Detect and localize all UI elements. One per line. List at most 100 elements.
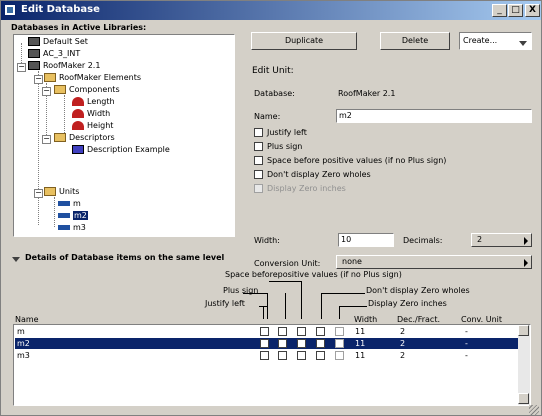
col-header-name: Name <box>15 315 39 324</box>
zero-wholes-label: Don't display Zero wholes <box>267 170 371 179</box>
chevron-down-icon <box>519 39 527 48</box>
conversion-unit-label: Conversion Unit: <box>254 259 321 268</box>
col-header-space-before: Space beforepositive values (if no Plus … <box>225 270 402 279</box>
app-icon <box>4 4 16 16</box>
delete-button[interactable]: Delete <box>380 32 450 50</box>
collapse-icon[interactable]: − <box>42 87 51 96</box>
description-icon <box>72 145 84 154</box>
zero-inches-checkbox[interactable] <box>254 184 263 193</box>
collapse-details-icon[interactable] <box>12 255 20 264</box>
name-label: Name: <box>254 112 281 121</box>
title-bar[interactable]: Edit Database _ □ X <box>1 1 541 20</box>
zero-inches-checkbox[interactable] <box>335 339 344 348</box>
width-label: Width: <box>254 236 280 245</box>
edit-unit-heading: Edit Unit: <box>252 66 294 76</box>
justify-left-checkbox[interactable] <box>260 339 269 348</box>
database-tree[interactable]: Default Set AC_3_INT − RoofMaker 2.1 − R… <box>13 34 235 237</box>
arrow-right-icon <box>524 237 528 245</box>
tree-node-roofmaker-elements[interactable]: RoofMaker Elements <box>44 73 141 85</box>
edit-database-window: Edit Database _ □ X Databases in Active … <box>0 0 542 416</box>
unit-icon <box>58 201 70 206</box>
space-before-positive-checkbox[interactable] <box>254 156 263 165</box>
plus-sign-checkbox[interactable] <box>278 327 287 336</box>
col-header-zero-wholes: Don't display Zero wholes <box>366 286 470 295</box>
scroll-down-icon[interactable] <box>518 393 529 404</box>
folder-icon <box>44 187 56 196</box>
tree-node-description-example[interactable]: Description Example <box>72 145 170 157</box>
tree-node-m2[interactable]: m2 <box>58 211 88 223</box>
plus-sign-checkbox[interactable] <box>254 142 263 151</box>
tree-node-height[interactable]: Height <box>72 121 113 133</box>
tree-guide-line <box>54 197 55 227</box>
database-value: RoofMaker 2.1 <box>338 89 396 98</box>
name-input[interactable]: m2 <box>336 109 532 123</box>
decimals-label: Decimals: <box>403 236 443 245</box>
space-before-positive-label: Space before positive values (if no Plus… <box>267 156 447 165</box>
collapse-icon[interactable]: − <box>34 189 43 198</box>
arrow-right-icon <box>524 259 528 267</box>
unit-icon <box>58 225 70 230</box>
database-icon <box>28 49 40 58</box>
tree-node-ac3-int[interactable]: AC_3_INT <box>28 49 80 61</box>
description-icon <box>72 97 84 106</box>
col-header-zero-inches: Display Zero inches <box>368 299 447 308</box>
zero-wholes-checkbox[interactable] <box>316 351 325 360</box>
tree-node-default-set[interactable]: Default Set <box>28 37 88 49</box>
decimals-select[interactable]: 2 <box>471 233 532 247</box>
plus-sign-checkbox[interactable] <box>278 351 287 360</box>
folder-icon <box>54 133 66 142</box>
details-scrollbar[interactable] <box>518 325 530 405</box>
close-button[interactable]: X <box>525 4 540 17</box>
collapse-icon[interactable]: − <box>34 75 43 84</box>
justify-left-label: Justify left <box>267 128 307 137</box>
tree-node-m3[interactable]: m3 <box>58 223 86 235</box>
table-row[interactable]: m3 11 2 - <box>15 350 518 361</box>
width-input[interactable]: 10 <box>338 233 394 247</box>
tree-node-m[interactable]: m <box>58 199 81 211</box>
zero-inches-checkbox[interactable] <box>335 351 344 360</box>
zero-wholes-checkbox[interactable] <box>254 170 263 179</box>
scroll-up-icon[interactable] <box>518 325 529 336</box>
table-row-selected[interactable]: m2 11 2 - <box>15 338 518 349</box>
description-icon <box>72 109 84 118</box>
col-header-width: Width <box>354 315 378 324</box>
folder-icon <box>44 73 56 82</box>
create-dropdown[interactable]: Create... <box>459 32 532 50</box>
minimize-button[interactable]: _ <box>492 4 507 17</box>
tree-node-units[interactable]: Units <box>44 187 79 199</box>
zero-inches-label: Display Zero inches <box>267 184 346 193</box>
resize-grip-icon[interactable] <box>529 405 539 415</box>
database-icon <box>28 37 40 46</box>
unit-icon <box>58 213 70 218</box>
zero-wholes-checkbox[interactable] <box>316 339 325 348</box>
zero-wholes-checkbox[interactable] <box>316 327 325 336</box>
collapse-icon[interactable]: − <box>17 63 26 72</box>
space-before-checkbox[interactable] <box>297 327 306 336</box>
plus-sign-checkbox[interactable] <box>278 339 287 348</box>
justify-left-checkbox[interactable] <box>260 351 269 360</box>
space-before-checkbox[interactable] <box>297 339 306 348</box>
tree-panel-header: Databases in Active Libraries: <box>11 23 147 32</box>
database-label: Database: <box>254 89 295 98</box>
col-header-dec-fract: Dec./Fract. <box>397 315 441 324</box>
tree-node-descriptors[interactable]: Descriptors <box>54 133 115 145</box>
plus-sign-label: Plus sign <box>267 142 303 151</box>
conversion-unit-select[interactable]: none <box>336 255 532 269</box>
details-heading: Details of Database items on the same le… <box>25 253 225 262</box>
duplicate-button[interactable]: Duplicate <box>251 32 357 50</box>
table-row[interactable]: m 11 2 - <box>15 326 518 337</box>
collapse-icon[interactable]: − <box>42 135 51 144</box>
tree-node-width[interactable]: Width <box>72 109 110 121</box>
tree-node-roofmaker[interactable]: RoofMaker 2.1 <box>28 61 100 73</box>
database-icon <box>28 61 40 70</box>
justify-left-checkbox[interactable] <box>260 327 269 336</box>
space-before-checkbox[interactable] <box>297 351 306 360</box>
tree-node-length[interactable]: Length <box>72 97 115 109</box>
justify-left-checkbox[interactable] <box>254 128 263 137</box>
tree-node-components[interactable]: Components <box>54 85 120 97</box>
maximize-button[interactable]: □ <box>508 4 523 17</box>
tree-guide-line <box>64 95 65 133</box>
zero-inches-checkbox[interactable] <box>335 327 344 336</box>
col-header-justify-left: Justify left <box>205 299 245 308</box>
description-icon <box>72 121 84 130</box>
